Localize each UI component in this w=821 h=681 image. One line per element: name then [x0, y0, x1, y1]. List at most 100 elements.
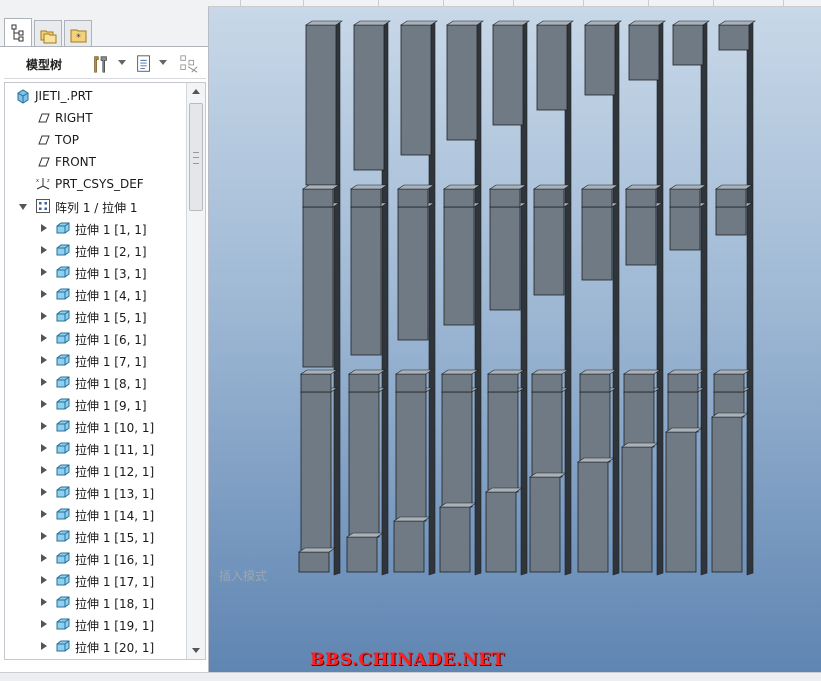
bar-step-face: [446, 24, 478, 141]
bar-step-face: [715, 206, 747, 236]
tree-item-extrude[interactable]: 拉伸 1 [5, 1]: [5, 306, 185, 326]
tree-item-label: 拉伸 1 [1, 1]: [75, 223, 147, 237]
tree-item-label: 拉伸 1 [16, 1]: [75, 553, 155, 567]
tree-item-extrude[interactable]: 拉伸 1 [15, 1]: [5, 526, 185, 546]
bar-step-face: [672, 24, 704, 66]
show-columns-icon[interactable]: [134, 54, 154, 74]
tree-item-datum[interactable]: FRONT: [5, 152, 185, 172]
tree-item-label: 拉伸 1 [8, 1]: [75, 377, 147, 391]
expand-arrow-icon[interactable]: [41, 246, 47, 254]
bar-step-face: [531, 391, 563, 478]
expand-arrow-icon[interactable]: [41, 268, 47, 276]
favorites-tab[interactable]: *: [64, 20, 92, 47]
bar-step-block: [487, 373, 519, 393]
tree-item-extrude[interactable]: 拉伸 1 [10, 1]: [5, 416, 185, 436]
expand-arrow-icon[interactable]: [41, 400, 47, 408]
tree-item-extrude[interactable]: 拉伸 1 [8, 1]: [5, 372, 185, 392]
expand-arrow-icon[interactable]: [41, 554, 47, 562]
tree-item-pattern[interactable]: 阵列 1 / 拉伸 1: [5, 196, 185, 216]
tree-item-extrude[interactable]: 拉伸 1 [19, 1]: [5, 614, 185, 634]
expand-arrow-icon[interactable]: [41, 356, 47, 364]
expand-arrow-icon[interactable]: [41, 466, 47, 474]
show-dropdown-arrow[interactable]: [159, 60, 167, 65]
tree-item-extrude[interactable]: 拉伸 1 [17, 1]: [5, 570, 185, 590]
bar-step-top: [485, 487, 523, 493]
tree-item-extrude[interactable]: 拉伸 1 [11, 1]: [5, 438, 185, 458]
expand-arrow-icon[interactable]: [41, 598, 47, 606]
bar-step-face: [441, 391, 473, 508]
bar-step-top: [711, 412, 749, 418]
tree-item-root-part[interactable]: JIETI_.PRT: [5, 86, 185, 106]
bar-step-face: [623, 391, 655, 448]
model-tree-tab[interactable]: [4, 18, 32, 47]
tree-item-label: 拉伸 1 [6, 1]: [75, 333, 147, 347]
tree-item-extrude[interactable]: 拉伸 1 [13, 1]: [5, 482, 185, 502]
tree-item-label: 拉伸 1 [4, 1]: [75, 289, 147, 303]
expand-arrow-icon[interactable]: [41, 488, 47, 496]
scroll-up-icon[interactable]: [192, 89, 200, 94]
tree-item-label: 拉伸 1 [10, 1]: [75, 421, 155, 435]
tree-item-extrude[interactable]: 拉伸 1 [2, 1]: [5, 240, 185, 260]
expand-arrow-icon[interactable]: [41, 444, 47, 452]
tree-item-datum[interactable]: TOP: [5, 130, 185, 150]
expand-arrow-icon[interactable]: [41, 312, 47, 320]
tree-item-label: FRONT: [55, 155, 96, 169]
tree-item-extrude[interactable]: 拉伸 1 [9, 1]: [5, 394, 185, 414]
folder-browser-tab[interactable]: [34, 20, 62, 47]
tree-item-extrude[interactable]: 拉伸 1 [14, 1]: [5, 504, 185, 524]
bar-step-face: [625, 206, 657, 266]
expand-arrow-icon[interactable]: [41, 576, 47, 584]
vertical-scrollbar[interactable]: [186, 83, 205, 659]
expand-arrow-icon[interactable]: [41, 620, 47, 628]
extrude-icon: [56, 574, 70, 586]
bar-step-top: [400, 20, 438, 26]
tree-item-extrude[interactable]: 拉伸 1 [7, 1]: [5, 350, 185, 370]
tree-item-extrude[interactable]: 拉伸 1 [6, 1]: [5, 328, 185, 348]
tree-item-extrude[interactable]: 拉伸 1 [12, 1]: [5, 460, 185, 480]
bar-step-top: [665, 427, 703, 433]
expand-arrow-icon[interactable]: [41, 334, 47, 342]
model-tree-title: 模型树: [26, 58, 63, 72]
bar-step-face: [718, 24, 750, 51]
extrude-icon: [56, 530, 70, 542]
folders-icon: [40, 30, 57, 44]
bar-step-face: [711, 416, 743, 573]
model-tree-panel: * 模型树 JIETI_.PRT RIGHT TOP FRONT x z PRT_CSYS_…: [0, 0, 209, 680]
ribbon-bottom-edge: [208, 0, 821, 7]
extrude-icon: [56, 486, 70, 498]
extrude-icon: [56, 288, 70, 300]
bar-step-block: [715, 188, 747, 208]
settings-tools-icon[interactable]: [90, 54, 112, 74]
expand-arrow-icon[interactable]: [41, 290, 47, 298]
expand-arrow-icon[interactable]: [41, 378, 47, 386]
bar-step-block: [531, 373, 563, 393]
bar-step-block: [713, 373, 745, 393]
scrollbar-thumb[interactable]: [189, 103, 203, 211]
collapse-arrow-icon[interactable]: [19, 204, 27, 210]
extrude-icon: [56, 508, 70, 520]
tree-item-datum[interactable]: x z PRT_CSYS_DEF: [5, 174, 185, 194]
expand-arrow-icon[interactable]: [41, 224, 47, 232]
bar-step-top: [298, 547, 336, 553]
tree-item-extrude[interactable]: 拉伸 1 [1, 1]: [5, 218, 185, 238]
extrude-icon: [56, 310, 70, 322]
bar-step-face: [305, 24, 337, 186]
tree-item-label: 拉伸 1 [9, 1]: [75, 399, 147, 413]
filter-icon[interactable]: [178, 54, 200, 74]
expand-arrow-icon[interactable]: [41, 642, 47, 650]
tree-item-extrude[interactable]: 拉伸 1 [18, 1]: [5, 592, 185, 612]
expand-arrow-icon[interactable]: [41, 532, 47, 540]
tree-item-extrude[interactable]: 拉伸 1 [20, 1]: [5, 636, 185, 656]
scroll-down-icon[interactable]: [192, 648, 200, 653]
extrude-icon: [56, 398, 70, 410]
bar-step-top: [529, 472, 567, 478]
settings-dropdown-arrow[interactable]: [118, 60, 126, 65]
tree-item-extrude[interactable]: 拉伸 1 [16, 1]: [5, 548, 185, 568]
tree-item-extrude[interactable]: 拉伸 1 [3, 1]: [5, 262, 185, 282]
expand-arrow-icon[interactable]: [41, 422, 47, 430]
tree-item-extrude[interactable]: 拉伸 1 [4, 1]: [5, 284, 185, 304]
tree-item-datum[interactable]: RIGHT: [5, 108, 185, 128]
bar-step-face: [628, 24, 660, 81]
graphics-viewport[interactable]: 插入模式 BBS.CHINADE.NET: [209, 7, 821, 672]
expand-arrow-icon[interactable]: [41, 510, 47, 518]
